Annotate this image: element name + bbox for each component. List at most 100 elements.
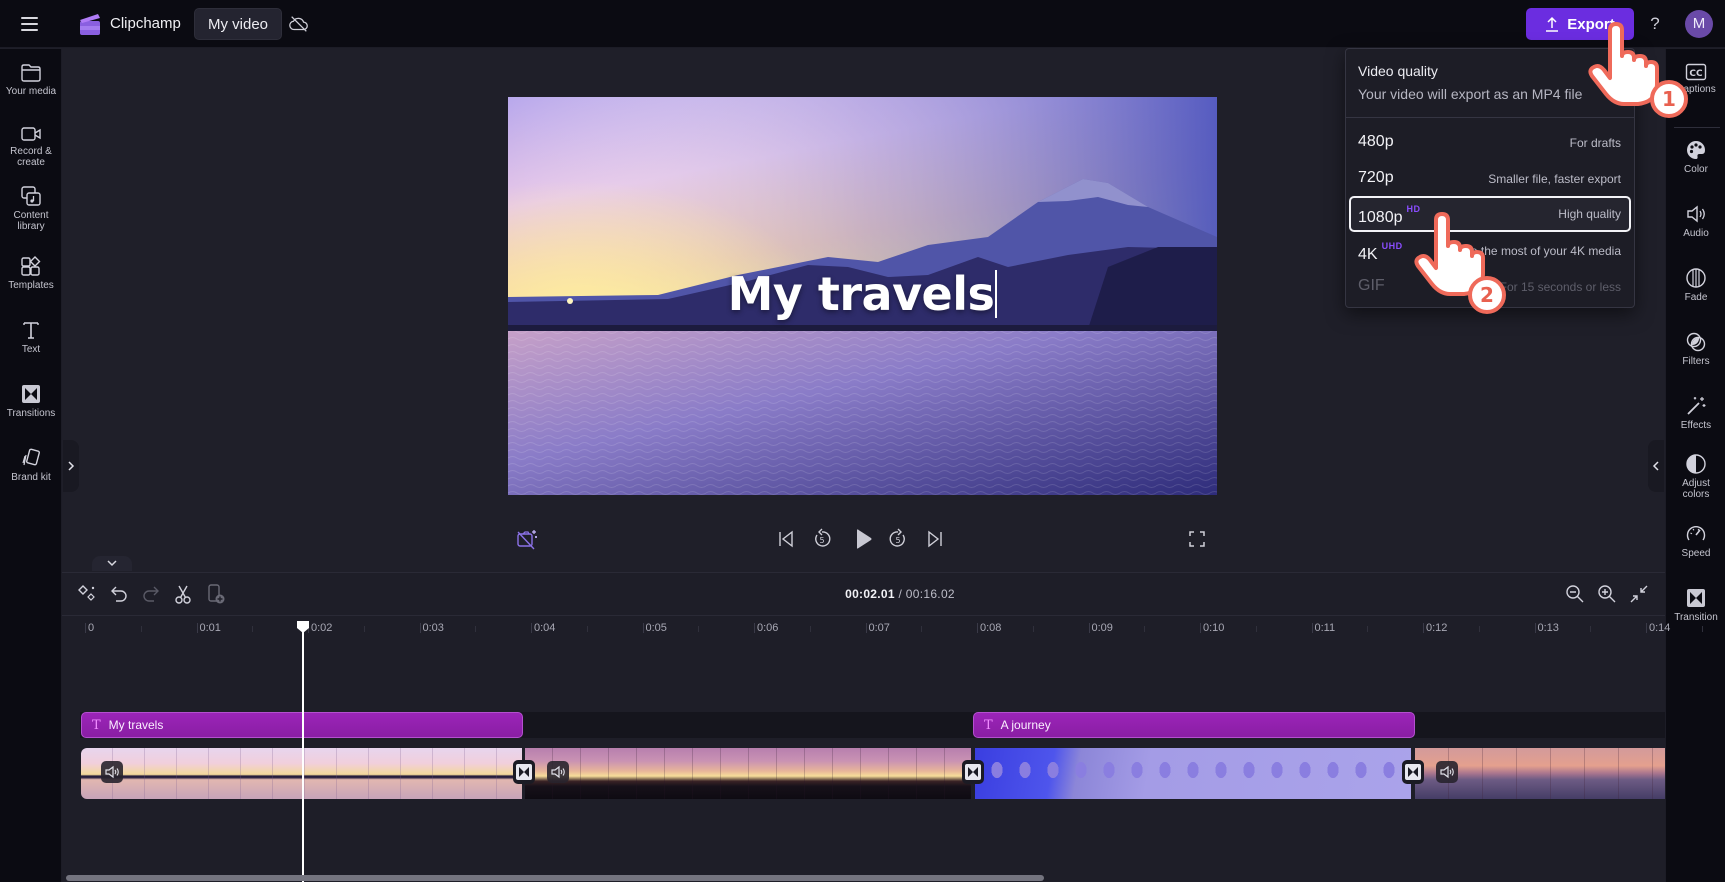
preview-text-overlay[interactable]: My travels [508,267,1217,321]
rewind-seconds: 5 [819,536,824,545]
transition-icon[interactable] [962,760,984,784]
ruler-label: 0:08 [980,622,1002,634]
quality-description: For drafts [1569,136,1621,150]
step-badge-1: 1 [1650,80,1688,118]
sidebar-item-templates[interactable]: Templates [0,255,62,291]
fullscreen-icon[interactable] [1185,527,1209,551]
rewind-5s-icon[interactable]: 5 [810,527,834,551]
ruler-tick [1311,623,1313,633]
hamburger-menu-icon[interactable] [18,14,44,34]
sidebar-item-text[interactable]: Text [0,319,62,355]
text-clip-a-journey[interactable]: T A journey [973,712,1415,738]
ruler-minor-tick [475,626,477,632]
split-scissors-icon[interactable] [172,583,194,605]
transition-icon[interactable] [513,760,535,784]
speaker-icon[interactable] [101,761,123,783]
zoom-out-icon[interactable] [1564,583,1586,605]
duplicate-add-icon[interactable] [205,583,227,605]
chevron-down-icon [107,560,117,567]
video-preview[interactable]: My travels [508,97,1217,495]
ruler-minor-tick [1701,626,1703,632]
playhead-handle[interactable] [296,620,310,634]
quality-option-480p[interactable]: 480p For drafts [1349,125,1631,161]
sidebar-item-your-media[interactable]: Your media [0,63,62,97]
text-caret [995,270,998,318]
sidebar-item-label: Speed [1681,548,1711,559]
forward-5s-icon[interactable]: 5 [886,527,910,551]
playhead[interactable] [302,627,305,882]
export-button[interactable]: Export [1526,8,1634,40]
ruler-label: 0:05 [645,622,667,634]
sidebar-item-transition[interactable]: Transition [1666,587,1725,623]
redo-icon[interactable] [140,583,162,605]
ruler-minor-tick [1255,626,1257,632]
menu-title: Video quality [1358,63,1438,79]
project-name-field[interactable]: My video [194,8,283,40]
undo-icon[interactable] [108,583,130,605]
sidebar-item-color[interactable]: Color [1666,139,1725,175]
sidebar-item-record-create[interactable]: Record & create [0,125,62,168]
sidebar-item-label: Your media [5,86,57,97]
speaker-icon[interactable] [547,761,569,783]
quality-label: 480p [1358,133,1394,150]
quality-label: 1080p [1358,209,1403,226]
speaker-icon[interactable] [1436,761,1458,783]
right-properties-sidebar: CC Captions Color Audio Fade Filters Eff… [1665,49,1725,882]
ruler-minor-tick [252,626,254,632]
quality-option-4k[interactable]: 4K UHD Make the most of your 4K media [1349,233,1631,269]
video-clip-blue-abstract[interactable] [975,748,1411,799]
sidebar-item-audio[interactable]: Audio [1666,203,1725,239]
zoom-in-icon[interactable] [1596,583,1618,605]
transition-icon[interactable] [1402,760,1424,784]
help-button[interactable]: ? [1645,12,1665,36]
play-icon[interactable] [850,526,876,552]
sidebar-item-speed[interactable]: Speed [1666,523,1725,559]
text-clip-label: A journey [1000,718,1051,732]
sidebar-item-adjust-colors[interactable]: Adjust colors [1666,453,1725,500]
cloud-off-icon[interactable] [288,13,310,35]
hd-badge: HD [1406,204,1421,214]
palette-icon [1687,141,1705,159]
ruler-tick [977,623,978,633]
video-clip-sunset-sky[interactable] [525,748,971,799]
ruler-label: 0:01 [199,622,221,634]
captions-icon: CC [1685,63,1707,81]
timeline-horizontal-scrollbar[interactable] [66,875,1044,881]
sidebar-item-fade[interactable]: Fade [1666,267,1725,303]
ruler-tick [1534,623,1536,633]
sidebar-item-effects[interactable]: Effects [1666,395,1725,431]
quality-option-720p[interactable]: 720p Smaller file, faster export [1349,161,1631,197]
sidebar-item-label: Effects [1680,420,1712,431]
left-sidebar: Your media Record & create Content libra… [0,49,62,882]
expand-right-panel-button[interactable] [1648,440,1664,492]
ruler-tick [642,623,644,633]
ruler-label: 0:10 [1203,622,1225,634]
collapse-timeline-button[interactable] [92,556,132,571]
text-clip-label: My travels [108,718,164,732]
user-avatar[interactable]: M [1685,10,1713,38]
skip-to-end-icon[interactable] [923,527,947,551]
ruler-tick [1200,623,1201,633]
fit-timeline-icon[interactable] [1628,583,1650,605]
sidebar-item-label: Transitions [6,408,56,419]
sidebar-item-brand-kit[interactable]: Brand kit [0,447,62,483]
sidebar-item-filters[interactable]: Filters [1666,331,1725,367]
brand-kit-icon [22,448,41,466]
ruler-tick [1646,623,1647,633]
magic-edit-icon[interactable] [76,583,98,605]
sidebar-item-content-library[interactable]: Content library [0,185,62,232]
ruler-label: 0:06 [757,622,779,634]
ruler-tick [1088,623,1090,633]
sidebar-item-transitions[interactable]: Transitions [0,383,62,419]
ruler-label: 0:09 [1091,622,1113,634]
quality-option-1080p[interactable]: 1080p HD High quality [1349,196,1631,232]
ai-camera-off-icon[interactable] [515,527,539,551]
sidebar-divider [1674,127,1720,128]
skip-to-start-icon[interactable] [774,527,798,551]
speaker-icon [1687,205,1705,223]
camera-icon [21,127,41,141]
expand-left-panel-button[interactable] [63,440,79,492]
ruler-minor-tick [1032,626,1034,632]
ruler-minor-tick [921,626,923,632]
sidebar-item-label: Color [1684,164,1708,175]
